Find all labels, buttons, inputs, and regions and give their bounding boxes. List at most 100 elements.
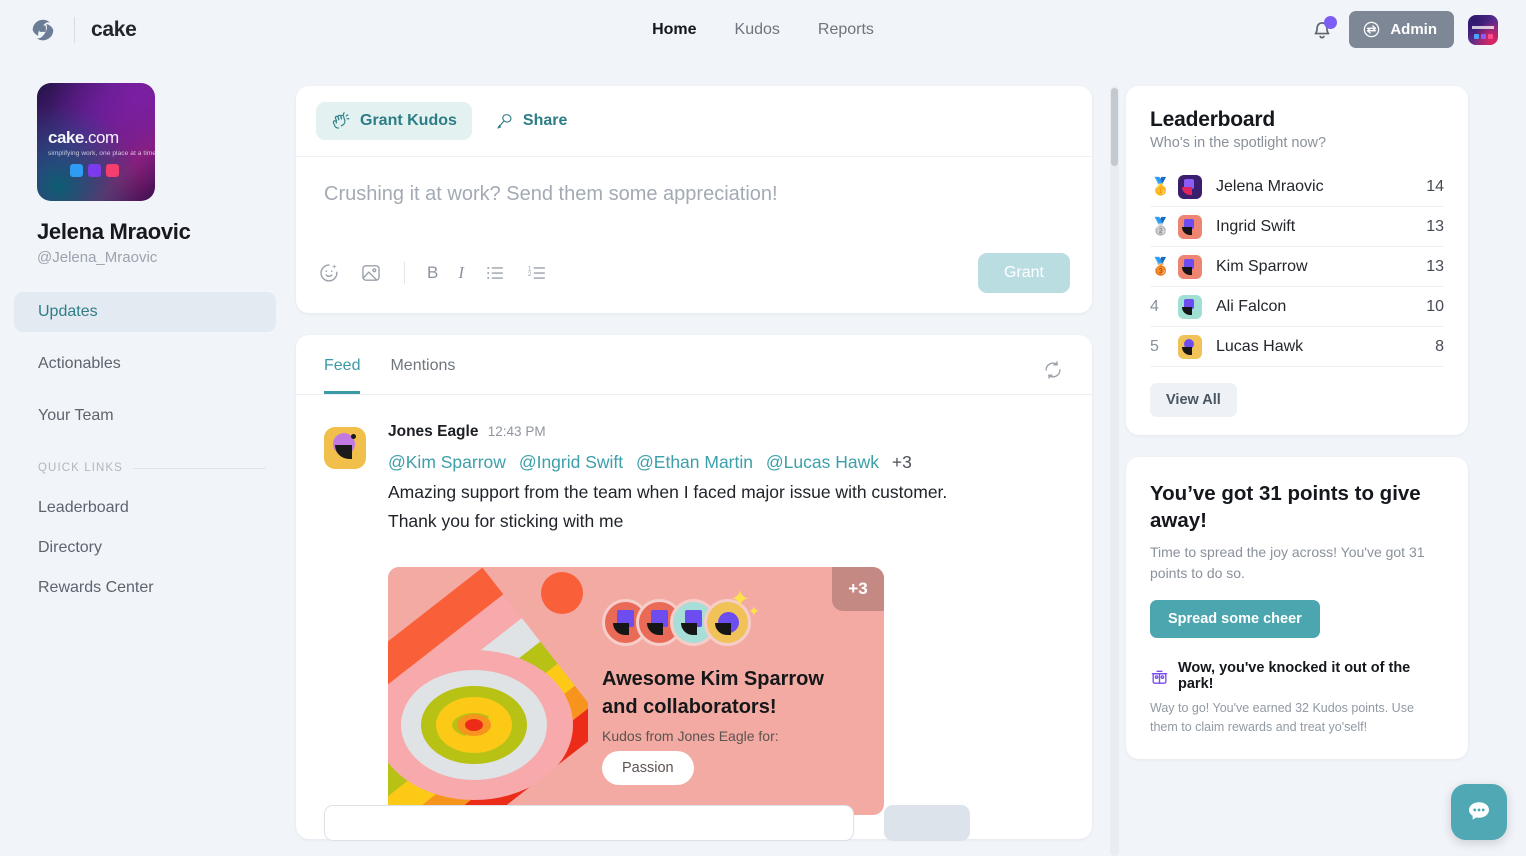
profile-name: Jelena Mraovic [37,219,191,244]
toolbar-divider [404,262,405,284]
nav-reports[interactable]: Reports [818,21,874,39]
quick-link-label: Leaderboard [38,499,129,516]
tab-feed[interactable]: Feed [324,357,361,394]
composer-tabs: Grant Kudos Share [296,86,1092,157]
leaderboard-name: Jelena Mraovic [1216,177,1324,195]
points-subtitle: Time to spread the joy across! You've go… [1150,544,1425,582]
grant-button[interactable]: Grant [977,253,1070,293]
leaderboard-row[interactable]: 🥈 Ingrid Swift 13 [1150,207,1444,247]
sidebar-item-your-team[interactable]: Your Team [14,396,276,436]
tab-share[interactable]: Share [480,103,582,140]
tab-grant-kudos[interactable]: Grant Kudos [316,102,472,140]
leaderboard-name: Ingrid Swift [1216,217,1296,235]
view-all-button[interactable]: View All [1150,383,1237,417]
right-rail: Leaderboard Who's in the spotlight now? … [1126,86,1468,759]
nav-home[interactable]: Home [652,21,696,39]
earned-subtitle: Way to go! You've earned 32 Kudos points… [1150,701,1414,735]
avatar-bird-beak [335,445,352,459]
svg-text:2: 2 [528,271,532,278]
bold-icon[interactable]: B [427,262,438,284]
leaderboard-score: 14 [1426,177,1444,195]
sidebar: cake.com simplifying work, one place at … [0,59,290,856]
kudos-card-title: Awesome Kim Sparrow and collaborators! [602,668,824,719]
emoji-icon[interactable] [318,262,340,284]
leaderboard-row[interactable]: 4 Ali Falcon 10 [1150,287,1444,327]
leaderboard-row[interactable]: 🥇 Jelena Mraovic 14 [1150,167,1444,207]
leaderboard-score: 10 [1426,297,1444,315]
clockify-icon [70,164,83,177]
post-body: Jones Eagle 12:43 PM @Kim Sparrow @Ingri… [388,423,988,839]
leaderboard-score: 13 [1426,257,1444,275]
mentions-overflow-count[interactable]: +3 [892,452,912,472]
mention-ingrid-swift[interactable]: @Ingrid Swift [519,452,623,472]
leaderboard-list: 🥇 Jelena Mraovic 14 🥈 Ingrid Swift 13 🥉 … [1150,167,1444,367]
leaderboard-row[interactable]: 🥉 Kim Sparrow 13 [1150,247,1444,287]
spread-some-cheer-button[interactable]: Spread some cheer [1150,600,1320,639]
sidebar-item-actionables[interactable]: Actionables [14,344,276,384]
main-content: Grant Kudos Share Crushing it at work? S… [296,86,1092,842]
leaderboard-row[interactable]: 5 Lucas Hawk 8 [1150,327,1444,367]
composer-input[interactable]: Crushing it at work? Send them some appr… [296,157,1092,241]
sparkle-small-icon: ✦ [748,603,760,620]
quick-link-label: Directory [38,539,103,556]
tab-label: Grant Kudos [360,112,457,129]
user-avatar[interactable] [1468,14,1498,45]
chat-support-button[interactable] [1451,784,1507,840]
profile-image-tagline: simplifying work, one place at a time [48,150,155,157]
leaderboard-subtitle: Who's in the spotlight now? [1150,135,1327,151]
profile-image-title: cake.com [48,128,119,147]
quick-link-leaderboard[interactable]: Leaderboard [0,488,290,528]
earned-title: Wow, you've knocked it out of the park! [1178,660,1411,693]
primary-nav: Home Kudos Reports [0,21,1526,39]
post-author-name[interactable]: Jones Eagle [388,423,478,440]
image-icon[interactable] [360,262,382,284]
profile-image: cake.com simplifying work, one place at … [37,83,155,201]
pumble-icon [88,164,101,177]
quick-link-directory[interactable]: Directory [0,528,290,568]
kudos-recipient-avatars [602,599,751,647]
notification-dot [1324,15,1338,29]
earned-row: Wow, you've knocked it out of the park! [1150,660,1444,692]
feed-post: Jones Eagle 12:43 PM @Kim Sparrow @Ingri… [296,395,1092,839]
quick-link-label: Rewards Center [38,579,154,596]
feed-scrollbar-track[interactable] [1110,86,1119,856]
quick-link-rewards-center[interactable]: Rewards Center [0,568,290,608]
quick-links-header-label: QUICK LINKS [38,462,123,474]
sidebar-item-updates[interactable]: Updates [14,292,276,332]
composer-card: Grant Kudos Share Crushing it at work? S… [296,86,1092,313]
tab-label: Share [522,112,568,129]
points-title: You’ve got 31 points to give away! [1150,482,1421,532]
mention-ethan-martin[interactable]: @Ethan Martin [636,452,753,472]
tab-mentions[interactable]: Mentions [390,357,455,394]
gold-medal-icon: 🥇 [1150,176,1172,196]
sidebar-item-label: Updates [38,303,98,320]
sidebar-nav: Updates Actionables Your Team [0,292,290,436]
profile-image-app-icons [70,164,119,177]
refresh-icon[interactable] [1042,359,1064,381]
post-author-avatar[interactable] [324,427,366,469]
nav-kudos[interactable]: Kudos [735,21,780,39]
top-bar: cake Home Kudos Reports Admin [0,0,1526,59]
leaderboard-avatar [1178,294,1202,319]
quick-links-header: QUICK LINKS [38,462,266,474]
numbered-list-icon[interactable]: 1 2 [526,262,548,284]
kudos-card[interactable]: +3 ✦ ✦ Awesome Kim Sparrow and collabora… [388,567,884,816]
clapping-hands-icon [332,112,350,129]
bronze-medal-icon: 🥉 [1150,256,1172,276]
italic-icon[interactable]: I [458,262,464,284]
post-text: Amazing support from the team when I fac… [388,482,948,531]
bullet-list-icon[interactable] [484,262,506,284]
feed-card: Feed Mentions Jones Eagle 12:43 PM @Kim … [296,335,1092,842]
mention-kim-sparrow[interactable]: @Kim Sparrow [388,452,506,472]
kudos-overflow-badge[interactable]: +3 [832,567,884,612]
leaderboard-avatar [1178,174,1202,199]
plaky-icon [106,164,119,177]
points-card: You’ve got 31 points to give away! Time … [1126,457,1468,759]
leaderboard-avatar [1178,254,1202,279]
feed-scrollbar-thumb[interactable] [1111,88,1118,166]
kudos-value-pill: Passion [602,751,694,786]
notifications-button[interactable] [1309,15,1338,43]
mention-lucas-hawk[interactable]: @Lucas Hawk [766,452,879,472]
leaderboard-name: Ali Falcon [1216,297,1287,315]
composer-footer: B I 1 2 Grant [296,241,1092,313]
